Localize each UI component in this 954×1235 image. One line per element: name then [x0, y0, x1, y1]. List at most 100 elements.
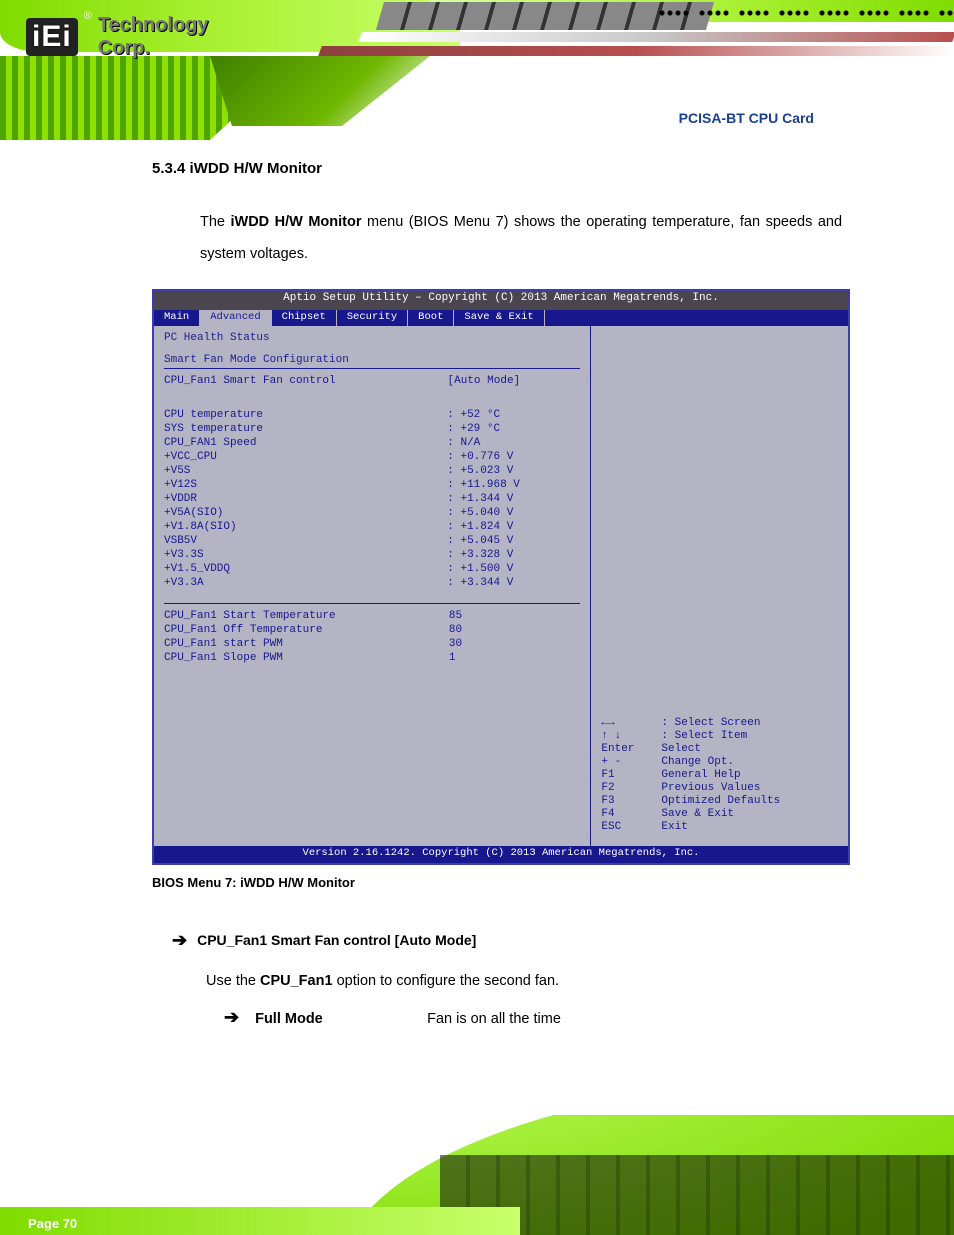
logo: iEi ® Technology Corp.	[26, 10, 266, 64]
help-desc: Optimized Defaults	[661, 795, 780, 807]
row-key: +VCC_CPU	[164, 451, 447, 465]
figure-caption: BIOS Menu 7: iWDD H/W Monitor	[152, 875, 842, 890]
logo-tech: Technology Corp.	[98, 14, 266, 60]
threshold-row[interactable]: CPU_Fan1 Off Temperature 80	[164, 624, 580, 638]
help-desc: : Select Screen	[661, 717, 760, 729]
option-heading: CPU_Fan1 Smart Fan control [Auto Mode]	[197, 932, 476, 948]
table-row: +V3.3S: +3.328 V	[164, 549, 580, 563]
row-val: : +5.023 V	[447, 465, 580, 479]
table-row: +V3.3A: +3.344 V	[164, 577, 580, 591]
help-desc: Exit	[661, 821, 687, 833]
use-pre: Use the	[206, 973, 260, 989]
bios-left-pane: PC Health Status Smart Fan Mode Configur…	[154, 326, 591, 846]
logo-iei: iEi	[26, 18, 78, 56]
header-decor	[654, 0, 954, 26]
row-val: : +5.040 V	[447, 507, 580, 521]
header-decor	[318, 46, 954, 56]
row-key: +V12S	[164, 479, 447, 493]
table-row: +V5S: +5.023 V	[164, 465, 580, 479]
smart-fan-key: CPU_Fan1 Smart Fan control	[164, 375, 448, 389]
table-row: +V1.8A(SIO): +1.824 V	[164, 521, 580, 535]
row-key: +V1.8A(SIO)	[164, 521, 447, 535]
table-row: VSB5V: +5.045 V	[164, 535, 580, 549]
use-post: option to configure the second fan.	[337, 973, 560, 989]
help-desc: Change Opt.	[661, 756, 734, 768]
threshold-key: CPU_Fan1 Start Temperature	[164, 610, 449, 624]
use-bold: CPU_Fan1	[260, 973, 333, 989]
help-key: F2	[601, 782, 655, 794]
row-val: : +1.344 V	[447, 493, 580, 507]
help-desc: Select	[661, 743, 701, 755]
help-key: F1	[601, 769, 655, 781]
section-heading: 5.3.4 iWDD H/W Monitor	[152, 160, 842, 177]
help-key: Enter	[601, 743, 655, 755]
divider	[164, 603, 580, 604]
list-item: ➔ Full Mode Fan is on all the time	[224, 1007, 842, 1028]
table-row: CPU_FAN1 Speed: N/A	[164, 437, 580, 451]
help-desc: Previous Values	[661, 782, 760, 794]
threshold-row[interactable]: CPU_Fan1 Start Temperature 85	[164, 610, 580, 624]
bios-menu: Aptio Setup Utility – Copyright (C) 2013…	[152, 289, 850, 865]
bios-help: ←→ : Select Screen ↑ ↓ : Select Item Enter…	[601, 717, 831, 834]
row-val: : +3.328 V	[447, 549, 580, 563]
threshold-val: 30	[449, 638, 581, 652]
option-list: ➔ Full Mode Fan is on all the time	[224, 1007, 842, 1028]
tab-main[interactable]: Main	[154, 310, 200, 326]
header-decor	[210, 56, 430, 126]
row-key: SYS temperature	[164, 423, 447, 437]
threshold-val: 85	[449, 610, 581, 624]
intro-bold: iWDD H/W Monitor	[231, 214, 362, 230]
series-label: PCISA-BT CPU Card	[679, 110, 814, 126]
row-key: +VDDR	[164, 493, 447, 507]
help-desc: Save & Exit	[661, 808, 734, 820]
pc-health-label: PC Health Status	[164, 332, 580, 344]
smart-fan-val: [Auto Mode]	[448, 375, 581, 389]
row-key: +V3.3A	[164, 577, 447, 591]
option-heading-line: ➔ CPU_Fan1 Smart Fan control [Auto Mode]	[152, 930, 842, 951]
row-key: +V3.3S	[164, 549, 447, 563]
smart-fan-row[interactable]: CPU_Fan1 Smart Fan control [Auto Mode]	[164, 375, 580, 389]
tab-chipset[interactable]: Chipset	[272, 310, 337, 326]
tab-boot[interactable]: Boot	[408, 310, 454, 326]
footer-decor: Page 70	[0, 1115, 954, 1235]
arrow-up-down-icon: ↑ ↓	[601, 730, 655, 742]
table-row: +V1.5_VDDQ: +1.500 V	[164, 563, 580, 577]
row-val: : +1.824 V	[447, 521, 580, 535]
row-val: : +5.045 V	[447, 535, 580, 549]
tab-save-exit[interactable]: Save & Exit	[454, 310, 544, 326]
threshold-key: CPU_Fan1 start PWM	[164, 638, 449, 652]
arrow-right-icon: ➔	[172, 930, 187, 951]
health-table: CPU temperature: +52 °CSYS temperature: …	[164, 409, 580, 591]
table-row: +V12S: +11.968 V	[164, 479, 580, 493]
help-key: ESC	[601, 821, 655, 833]
row-key: +V5S	[164, 465, 447, 479]
help-key: F3	[601, 795, 655, 807]
tab-security[interactable]: Security	[337, 310, 408, 326]
tab-advanced[interactable]: Advanced	[200, 310, 271, 326]
threshold-row[interactable]: CPU_Fan1 Slope PWM 1	[164, 652, 580, 666]
help-desc: : Select Item	[661, 730, 747, 742]
help-key: F4	[601, 808, 655, 820]
help-desc: General Help	[661, 769, 740, 781]
row-key: VSB5V	[164, 535, 447, 549]
bios-right-pane: ←→ : Select Screen ↑ ↓ : Select Item Enter…	[591, 326, 848, 846]
help-key: + -	[601, 756, 655, 768]
header-decor	[358, 32, 954, 42]
row-val: : +11.968 V	[447, 479, 580, 493]
threshold-val: 1	[449, 652, 581, 666]
row-val: : +52 °C	[447, 409, 580, 423]
row-val: : +29 °C	[447, 423, 580, 437]
mode-name: Full Mode	[255, 1011, 345, 1027]
arrow-left-right-icon: ←→	[601, 717, 655, 729]
threshold-row[interactable]: CPU_Fan1 start PWM 30	[164, 638, 580, 652]
table-row: SYS temperature: +29 °C	[164, 423, 580, 437]
threshold-key: CPU_Fan1 Off Temperature	[164, 624, 449, 638]
page-number: Page 70	[28, 1216, 77, 1231]
row-val: : +3.344 V	[447, 577, 580, 591]
row-key: +V5A(SIO)	[164, 507, 447, 521]
threshold-val: 80	[449, 624, 581, 638]
row-val: : N/A	[447, 437, 580, 451]
intro-paragraph: The iWDD H/W Monitor menu (BIOS Menu 7) …	[200, 207, 842, 271]
row-key: CPU_FAN1 Speed	[164, 437, 447, 451]
row-key: +V1.5_VDDQ	[164, 563, 447, 577]
